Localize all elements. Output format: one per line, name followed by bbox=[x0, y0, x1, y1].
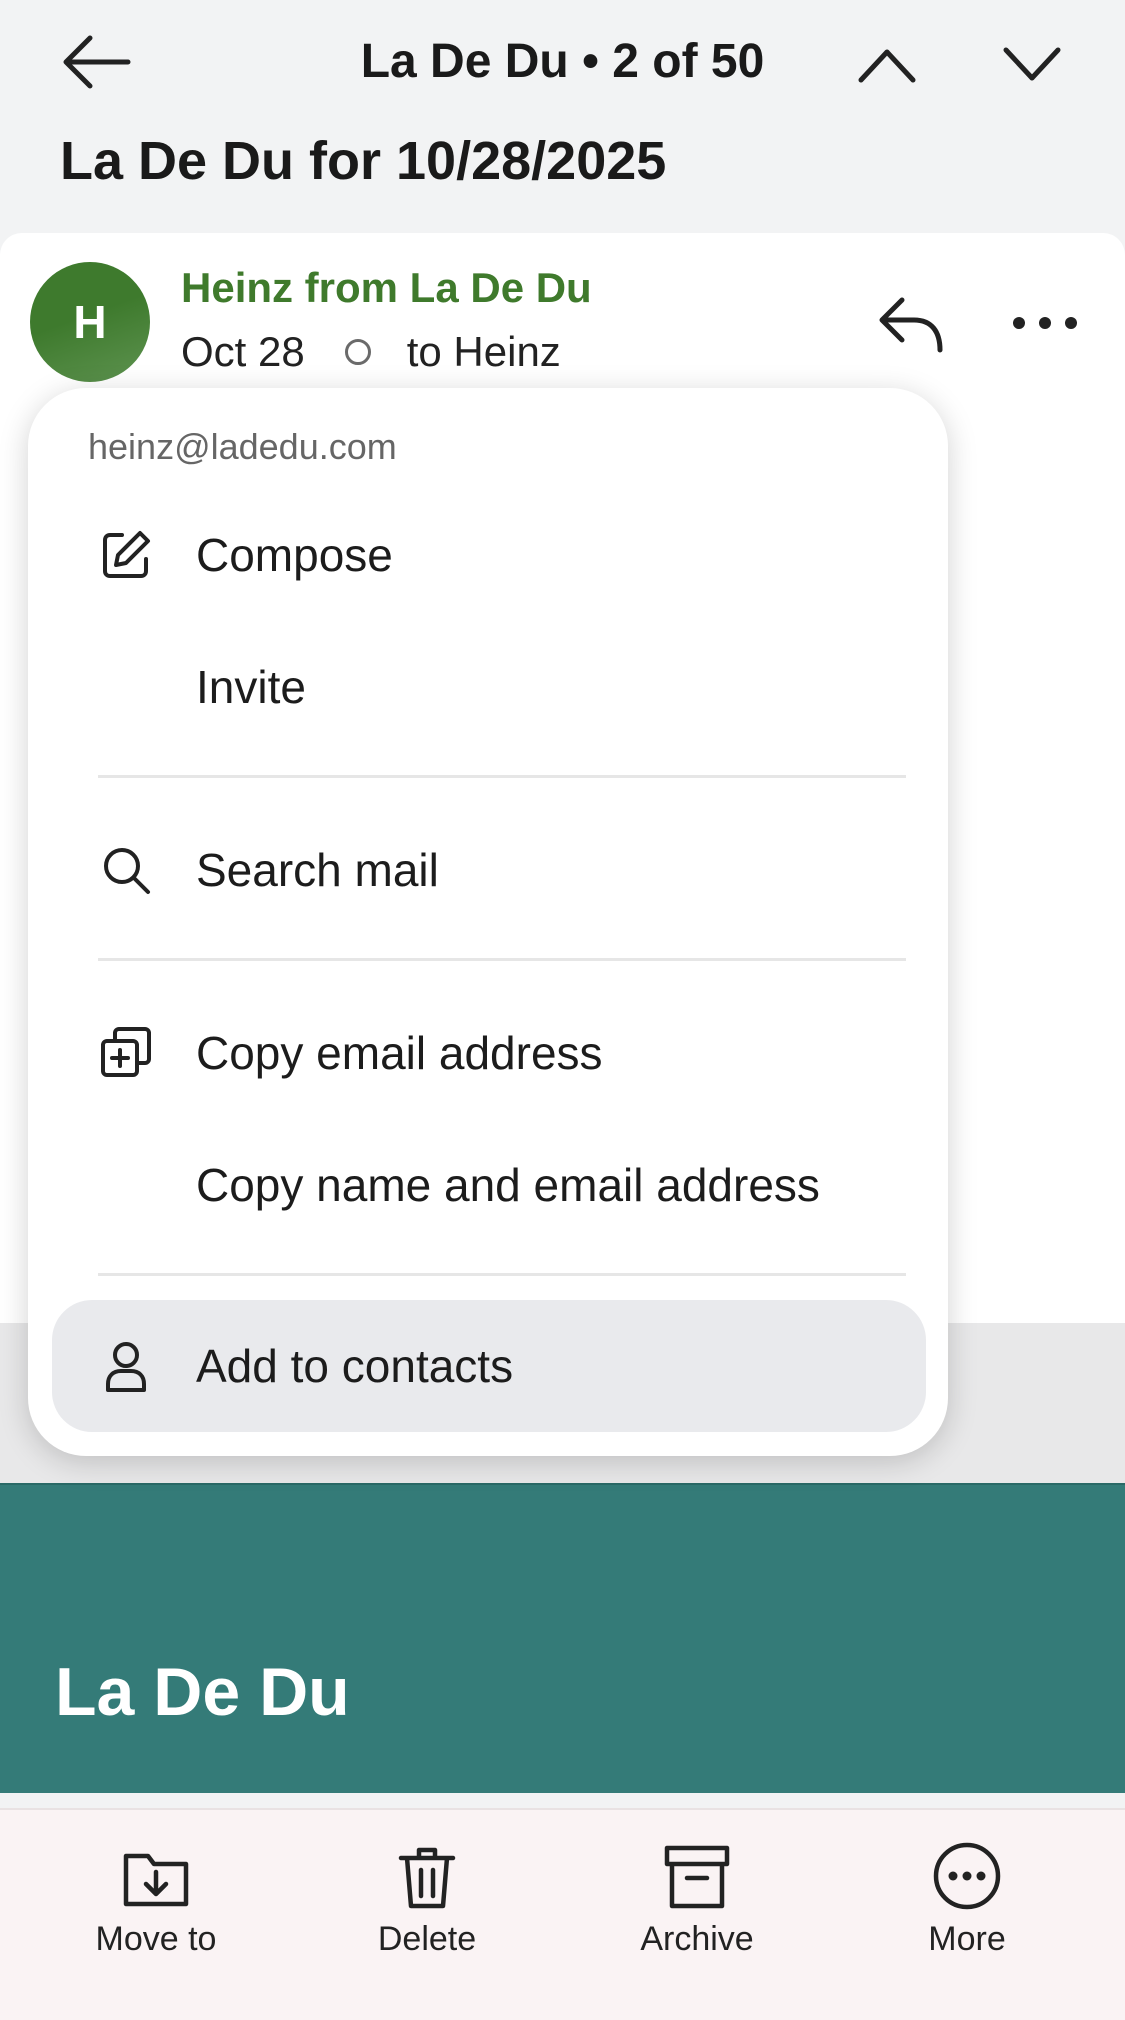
more-circle-icon bbox=[933, 1842, 1001, 1910]
menu-item-copy-name-email[interactable]: Copy name and email address bbox=[28, 1130, 948, 1240]
menu-divider bbox=[98, 1273, 906, 1276]
thread-position-title: La De Du • 2 of 50 bbox=[360, 35, 765, 88]
reply-icon[interactable] bbox=[876, 290, 948, 356]
chevron-down-icon[interactable] bbox=[1000, 36, 1064, 92]
menu-divider bbox=[98, 958, 906, 961]
delete-button[interactable]: Delete bbox=[327, 1840, 527, 1959]
bottom-toolbar: Move to Delete Archive More bbox=[0, 1808, 1125, 2020]
menu-item-label: Copy name and email address bbox=[196, 1159, 820, 1211]
more-button[interactable]: More bbox=[867, 1840, 1067, 1959]
menu-divider bbox=[98, 775, 906, 778]
sender-context-menu: heinz@ladedu.com Compose Invite Search m… bbox=[28, 388, 948, 1456]
person-icon bbox=[106, 1342, 146, 1392]
menu-item-compose[interactable]: Compose bbox=[28, 500, 948, 610]
trash-icon bbox=[398, 1847, 456, 1909]
unread-indicator-icon bbox=[344, 339, 371, 365]
archive-button[interactable]: Archive bbox=[597, 1840, 797, 1959]
move-to-label: Move to bbox=[95, 1920, 217, 1958]
more-options-icon[interactable] bbox=[1010, 312, 1080, 334]
newsletter-banner: La De Du bbox=[0, 1483, 1125, 1793]
menu-sender-email: heinz@ladedu.com bbox=[88, 426, 397, 467]
menu-item-copy-email[interactable]: Copy email address bbox=[28, 998, 948, 1108]
email-subject: La De Du for 10/28/2025 bbox=[60, 131, 667, 191]
sender-avatar[interactable]: H bbox=[30, 262, 150, 382]
archive-label: Archive bbox=[640, 1920, 754, 1958]
message-meta: Oct 28 to Heinz bbox=[181, 328, 561, 376]
menu-item-label: Invite bbox=[196, 661, 306, 713]
message-recipient[interactable]: to Heinz bbox=[407, 328, 561, 376]
chevron-up-icon[interactable] bbox=[855, 36, 919, 92]
more-label: More bbox=[928, 1920, 1006, 1958]
menu-item-label: Search mail bbox=[196, 844, 439, 896]
message-date: Oct 28 bbox=[181, 328, 305, 375]
menu-item-search-mail[interactable]: Search mail bbox=[28, 815, 948, 925]
menu-item-invite[interactable]: Invite bbox=[28, 632, 948, 742]
menu-item-add-to-contacts[interactable]: Add to contacts bbox=[52, 1300, 926, 1432]
archive-box-icon bbox=[664, 1845, 730, 1909]
copy-icon bbox=[101, 1027, 151, 1077]
newsletter-logo: La De Du bbox=[55, 1654, 350, 1730]
sender-name[interactable]: Heinz from La De Du bbox=[181, 264, 592, 312]
menu-item-label: Copy email address bbox=[196, 1027, 603, 1079]
menu-item-label: Add to contacts bbox=[196, 1340, 514, 1392]
menu-item-label: Compose bbox=[196, 529, 393, 581]
search-icon bbox=[104, 848, 150, 894]
move-to-button[interactable]: Move to bbox=[56, 1840, 256, 1959]
avatar-letter: H bbox=[73, 296, 107, 348]
delete-label: Delete bbox=[377, 1920, 477, 1958]
folder-move-icon bbox=[123, 1853, 189, 1907]
top-bar: La De Du • 2 of 50 bbox=[0, 0, 1125, 125]
edit-icon bbox=[103, 531, 150, 578]
